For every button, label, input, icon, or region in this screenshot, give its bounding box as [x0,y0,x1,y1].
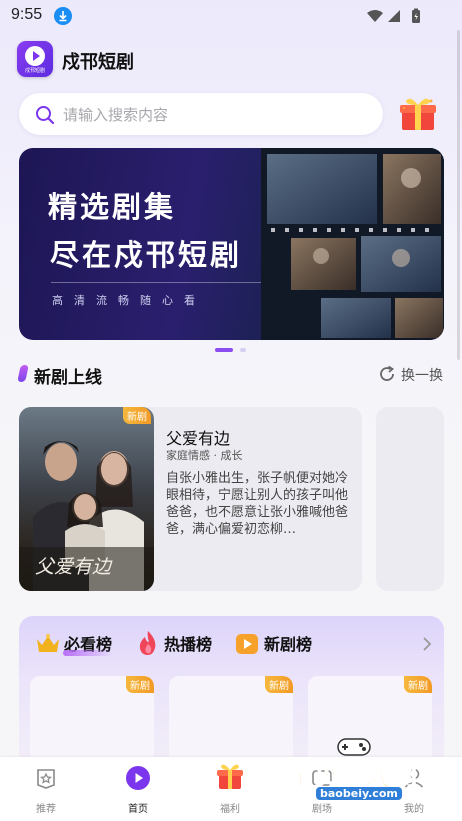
new-badge: 新剧 [123,407,151,424]
carousel-indicator [215,348,247,367]
play-icon [25,46,45,66]
banner-headline-1: 精选剧集 [48,190,177,224]
nav-label: 首页 [128,804,148,815]
tab-trending[interactable]: 热播榜 [164,631,212,655]
signal-icon [388,10,400,22]
gift-icon [215,762,245,792]
drama-poster: 父爱有边 [19,407,154,591]
refresh-icon[interactable] [377,364,397,388]
poster-title: 父爱有边 [35,556,112,578]
tab-new-releases[interactable]: 新剧榜 [264,631,312,655]
search-input[interactable] [61,103,365,127]
nav-item-home[interactable]: 首页 [92,757,184,821]
nav-item-recommend[interactable]: 推荐 [0,757,92,821]
watermark-url: baobeiy.com [316,787,402,800]
app-logo: 戍邗短剧 [17,41,53,77]
drama-description: 自张小雅出生，张子帆便对她冷眼相待，宁愿让别人的孩子叫他爸爸，也不愿意让张小雅喊… [166,471,349,537]
play-circle-icon [126,766,150,790]
app-title: 戍邗短剧 [62,52,134,73]
tab-underline [63,650,113,656]
star-badge-icon [34,766,58,790]
download-notification-icon [54,7,72,25]
new-badge: 新剧 [126,676,154,693]
new-release-icon [235,632,259,660]
drama-genre: 家庭情感 · 成长 [166,449,243,462]
section-accent-bar [17,365,29,382]
gift-box-icon[interactable] [398,95,438,133]
banner-headline-2: 尽在戍邗短剧 [50,238,243,272]
film-strip-collage [261,148,444,340]
section-title-new-dramas: 新剧上线 [34,368,102,388]
search-icon [35,105,55,129]
status-bar: 9:55 [0,0,462,30]
new-badge: 新剧 [404,676,432,693]
banner-subtitle: 高清流畅随心看 [52,294,206,307]
drama-card[interactable]: 父爱有边 新剧 父爱有边 家庭情感 · 成长 自张小雅出生，张子帆便对她冷眼相待… [19,407,362,591]
battery-icon [412,8,420,23]
drama-title: 父爱有边 [166,429,231,448]
promo-banner[interactable]: 精选剧集 尽在戍邗短剧 高清流畅随心看 [19,148,444,340]
app-logo-caption: 戍邗短剧 [24,68,45,74]
search-bar[interactable] [19,93,383,135]
refresh-button[interactable]: 换一换 [401,365,443,385]
nav-label: 福利 [220,804,240,815]
status-time: 9:55 [11,6,43,23]
nav-label: 推荐 [36,804,56,815]
nav-item-rewards[interactable]: 福利 [184,757,276,821]
scrollbar[interactable] [457,30,460,360]
wifi-icon [367,10,383,22]
crown-icon [35,633,61,659]
carousel-dot [240,348,247,352]
new-badge: 新剧 [265,676,293,693]
flame-icon [137,630,159,660]
carousel-dot-active [215,348,233,352]
drama-card-next[interactable] [376,407,444,591]
banner-divider [51,282,261,283]
chevron-right-icon[interactable] [422,636,432,656]
watermark: 宝贝游戏网 baobeiy.com [286,735,436,805]
system-status-icons [366,8,426,28]
